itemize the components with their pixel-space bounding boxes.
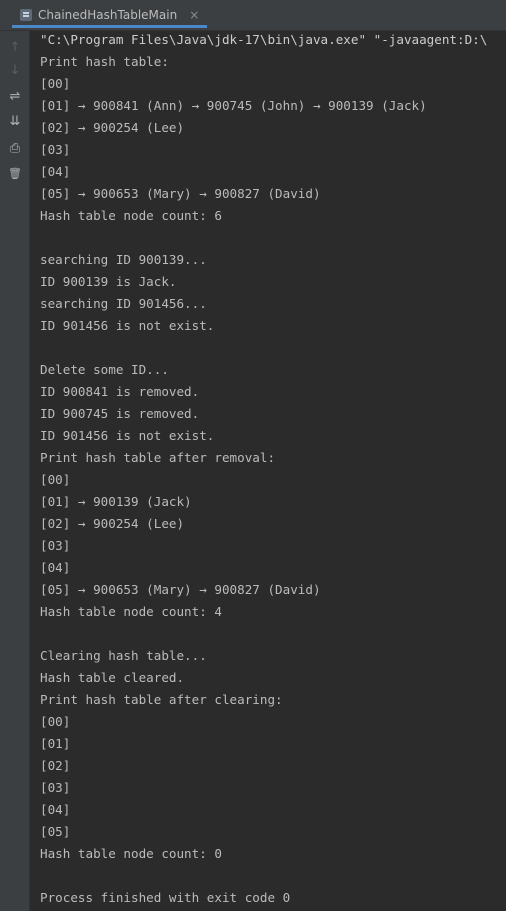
console-line: [00] bbox=[40, 714, 71, 729]
run-config-icon bbox=[20, 8, 32, 21]
console-line: [04] bbox=[40, 164, 71, 179]
console-line: Clearing hash table... bbox=[40, 648, 207, 663]
console-line: [01] → 900841 (Ann) → 900745 (John) → 90… bbox=[40, 98, 427, 113]
scroll-to-end-icon[interactable]: ⇊ bbox=[6, 112, 24, 130]
console-line: searching ID 901456... bbox=[40, 296, 207, 311]
console-line: Print hash table after clearing: bbox=[40, 692, 283, 707]
console-line: searching ID 900139... bbox=[40, 252, 207, 267]
soft-wrap-icon[interactable]: ⇌ bbox=[6, 87, 24, 105]
console-line: Process finished with exit code 0 bbox=[40, 890, 291, 905]
console-toolbar: ↑ ↓ ⇌ ⇊ ⎙ 🗑 bbox=[0, 31, 30, 911]
console-line: [02] → 900254 (Lee) bbox=[40, 516, 185, 531]
up-arrow-icon[interactable]: ↑ bbox=[6, 38, 24, 56]
run-console-window: ChainedHashTableMain × ↑ ↓ ⇌ ⇊ ⎙ 🗑 "C:\P… bbox=[0, 0, 506, 911]
console-line: [03] bbox=[40, 780, 71, 795]
console-line: [00] bbox=[40, 76, 71, 91]
close-icon[interactable]: × bbox=[189, 8, 199, 22]
console-line: [04] bbox=[40, 802, 71, 817]
tab-bar: ChainedHashTableMain × bbox=[0, 0, 506, 31]
console-line: Print hash table: bbox=[40, 54, 169, 69]
console-line: ID 901456 is not exist. bbox=[40, 318, 215, 333]
console-line: [00] bbox=[40, 472, 71, 487]
down-arrow-icon[interactable]: ↓ bbox=[6, 61, 24, 79]
console-line: [05] → 900653 (Mary) → 900827 (David) bbox=[40, 186, 321, 201]
console-line: Hash table cleared. bbox=[40, 670, 185, 685]
console-line: [03] bbox=[40, 142, 71, 157]
console-line: [05] → 900653 (Mary) → 900827 (David) bbox=[40, 582, 321, 597]
console-line: ID 900841 is removed. bbox=[40, 384, 200, 399]
console-line: [03] bbox=[40, 538, 71, 553]
console-line: Hash table node count: 4 bbox=[40, 604, 222, 619]
console-line: ID 900139 is Jack. bbox=[40, 274, 177, 289]
tab-chained-hash-table-main[interactable]: ChainedHashTableMain × bbox=[12, 4, 208, 28]
console-output[interactable]: "C:\Program Files\Java\jdk-17\bin\java.e… bbox=[40, 29, 506, 909]
console-line: Hash table node count: 0 bbox=[40, 846, 222, 861]
trash-icon[interactable]: 🗑 bbox=[6, 164, 24, 182]
console-line: [01] bbox=[40, 736, 71, 751]
console-line: [04] bbox=[40, 560, 71, 575]
console-line: [02] → 900254 (Lee) bbox=[40, 120, 185, 135]
command-line: "C:\Program Files\Java\jdk-17\bin\java.e… bbox=[40, 32, 488, 47]
tab-title: ChainedHashTableMain bbox=[38, 7, 178, 22]
print-icon[interactable]: ⎙ bbox=[6, 139, 24, 157]
console-line: Hash table node count: 6 bbox=[40, 208, 222, 223]
console-line: ID 901456 is not exist. bbox=[40, 428, 215, 443]
console-line: ID 900745 is removed. bbox=[40, 406, 200, 421]
console-line: [01] → 900139 (Jack) bbox=[40, 494, 192, 509]
console-line: [02] bbox=[40, 758, 71, 773]
console-line: Print hash table after removal: bbox=[40, 450, 276, 465]
console-line: [05] bbox=[40, 824, 71, 839]
console-line: Delete some ID... bbox=[40, 362, 169, 377]
